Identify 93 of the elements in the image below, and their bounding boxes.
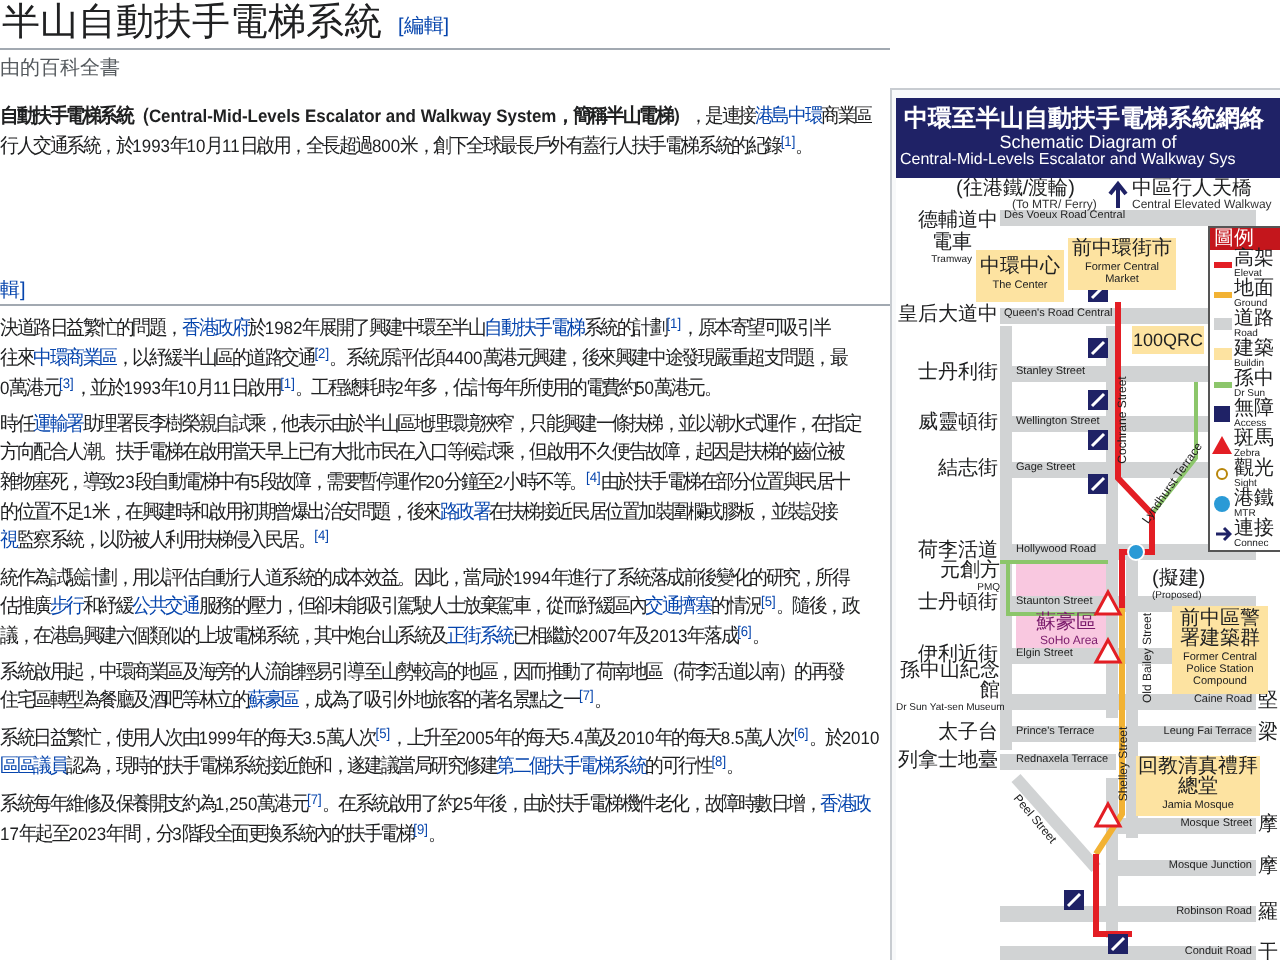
street-label: 摩 [1258, 815, 1278, 836]
paragraph: 統作為試驗計劃，用以評估自動行人道系統的成本效益。因此，當局於1994年進行了系統落成前後變化的研究，所得 估推廣步行和紓緩公共交通服務的壓力，但卻未能吸引駕駛人士放棄駕車，從而紓緩區內交通擠塞的情況$^{[5]}$。隨後，政 議，在港島興建六個類似的上坡電梯系統，其中炮台山系統及正街系統已相繼於2007年及2013年落成$^{[6]}$。 [0, 565, 862, 652]
citation-link[interactable]: [7] [307, 793, 322, 807]
citation-link[interactable]: [1] [280, 377, 295, 391]
street-label: 皇后大道中 [896, 305, 998, 326]
link[interactable]: 中環商業區 [33, 348, 116, 370]
citation-link[interactable]: [1] [780, 135, 796, 149]
legend-label: 觀光 [1234, 459, 1274, 480]
link[interactable]: 公共交通 [132, 596, 199, 618]
paragraph: 時任運輸署助理署長李樹榮親自試乘，他表示由於半山區地理環境狹窄，只能興建一條扶梯，並以潮水式運作，在指定 方向配合人潮。扶手電梯在啟用當天早上已有大批市民在入口等候試乘，但啟用不久便告故障，起因是扶梯的齒位被 雜物塞死，導致23段自動電梯中有5段故障，需要暫停運作20分鐘至2小時不等。$^{[4]}$由於扶手電梯在部分位置與民居十 的位置不足1米，在興建時和啟用初期曾爆出治安問題，後來路政署在扶梯接近民居位置加裝圍欄或膠板，並裝設接 視監察系統，以防被人利用扶梯侵入民居。$^{[4]}$ [0, 412, 864, 556]
street-label: 列拿士地臺 [896, 751, 998, 772]
street-label: 德輔道中 [916, 211, 998, 232]
link[interactable]: 蘇豪區 [248, 690, 298, 712]
zebra-crossing-icon [1093, 588, 1123, 616]
place-label: 孫中山紀念館 [898, 661, 1000, 702]
mtr-station-icon [1214, 496, 1230, 513]
paragraph: 自動扶手電梯系統（Central-Mid-Levels Escalator and Walkway System，簡稱半山電梯），是連接港島中環商業區 行人交通系統，於1993年10月11日啟用，全長超過800米，創下全球最長戶外有蓋行人扶手電梯系統的紀錄$^{[1]}$。 [0, 103, 874, 162]
link[interactable]: 香港政 [820, 794, 871, 816]
legend-label: 連接 [1234, 519, 1274, 540]
escalator-route-swatch [1213, 261, 1231, 268]
map-title: 中環至半山自動扶手電梯系統網絡 [904, 106, 1264, 131]
place-label: 電車 [930, 233, 972, 254]
legend-label: 無障 [1234, 399, 1274, 420]
legend-title: 圖例 [1210, 227, 1280, 250]
street-label: 士丹利街 [916, 363, 998, 384]
legend-label: 建築 [1234, 339, 1274, 360]
place-label: (擬建) [1152, 569, 1206, 590]
legend-label: 高架 [1234, 249, 1274, 270]
citation-link[interactable]: [4] [314, 529, 330, 543]
street-label: 摩 [1258, 857, 1278, 878]
place-label: 中環中心 [980, 258, 1060, 279]
link[interactable]: 第二個扶手電梯系統 [496, 756, 646, 778]
street-label: 結志街 [936, 459, 998, 480]
legend-label: 斑馬 [1234, 429, 1274, 450]
tagline: 由的百科全書 [0, 55, 122, 84]
link[interactable]: 中環 [788, 106, 822, 128]
citation-link[interactable]: [3] [59, 377, 74, 391]
citation-link[interactable]: [5] [375, 727, 391, 741]
road [1011, 773, 1101, 872]
ground-walkway-swatch [1213, 291, 1231, 298]
paragraph: 系統每年維修及保養開支約為1,250萬港元$^{[7]}$。在系統啟用了約25年後，由於扶手電梯機件老化，故障時數日增，香港政 17年起至2023年間，分3階段全面更換系統內的扶手電梯$^{[9]}$。 [0, 791, 873, 850]
citation-link[interactable]: [5] [761, 595, 776, 609]
paragraph: 決道路日益繁忙的問題，香港政府於1982年展開了興建中環至半山自動扶手電梯系統的計劃$^{[1]}$，原本寄望可吸引半 往來中環商業區，以紓緩半山區的道路交通$^{[2]}$。系統原評估須4400萬港元興建，後來興建中途發現嚴重超支問題，最 0萬港元$^{[3]}$，並於1993年10月11日啟用$^{[1]}$。工程總耗時2年多，估計每年所使用的電費約50萬港元。 [0, 315, 850, 404]
citation-link[interactable]: [2] [314, 347, 330, 361]
place-label: 回教清真禮拜總堂 [1136, 758, 1260, 799]
citation-link[interactable]: [4] [586, 471, 601, 485]
map-subtitle: Central-Mid-Levels Escalator and Walkway Sys [900, 152, 1236, 169]
citation-link[interactable]: [6] [793, 727, 809, 741]
edit-link[interactable]: 輯] [0, 282, 26, 302]
link[interactable]: 自動扶手電梯 [484, 318, 584, 340]
citation-link[interactable]: [8] [711, 755, 727, 769]
zebra-crossing-icon [1093, 800, 1123, 828]
link[interactable]: 港島 [754, 106, 789, 128]
street-label: 梁 [1258, 723, 1278, 744]
street-label: 士丹頓街 [916, 593, 998, 614]
link[interactable]: 視 [0, 530, 17, 552]
place-label: 蘇豪區 [1036, 613, 1096, 634]
sight-icon [1216, 468, 1228, 481]
paragraph: 系統日益繁忙，使用人次由1999年的每天3.5萬人次$^{[5]}$，上升至2005年的每天5.4萬及2010年的每天8.5萬人次$^{[6]}$。於2010 區區議員認為，現時的扶手電梯系統接近飽和，遂建議當局研究修建第二個扶手電梯系統的可行性$^{[8]}$。 [0, 725, 882, 782]
link[interactable]: 運輸署 [33, 414, 83, 436]
street-label: 威靈頓街 [916, 413, 998, 434]
link[interactable]: 交通擠塞 [645, 596, 712, 618]
citation-link[interactable]: [1] [666, 317, 682, 331]
legend-label: 地面 [1234, 279, 1274, 300]
arrow-icon [1213, 526, 1231, 543]
mtr-station-icon [1127, 542, 1145, 561]
link[interactable]: 區區議員 [0, 756, 67, 778]
legend-label: 港鐵 [1234, 489, 1274, 510]
map-label: 中區行人天橋 [1132, 179, 1252, 200]
street-label: 太子台 [936, 723, 998, 744]
edit-link[interactable]: [編輯] [398, 12, 450, 42]
legend-label: 道路 [1234, 309, 1274, 330]
place-label: 前中區警署建築群 [1178, 610, 1262, 651]
link[interactable]: 正街系統 [446, 626, 513, 648]
link[interactable]: 香港政府 [182, 318, 249, 340]
legend-label: 孫中 [1234, 369, 1274, 390]
citation-link[interactable]: [7] [579, 689, 594, 703]
building-swatch [1213, 348, 1231, 361]
place-label: 前中環街市 [1072, 240, 1172, 261]
heritage-trail-swatch [1213, 381, 1231, 388]
street-label: 干 [1258, 943, 1278, 960]
link[interactable]: 路政署 [439, 502, 490, 524]
link[interactable]: 步行 [49, 596, 83, 618]
citation-link[interactable]: [6] [737, 625, 752, 639]
road-swatch [1213, 318, 1231, 331]
citation-link[interactable]: [9] [413, 823, 428, 837]
page-title: 半山自動扶手電梯系統 [2, 0, 382, 46]
place-label: 100QRC [1132, 329, 1203, 350]
street-label: 荷李活道 [916, 541, 998, 562]
map-subtitle: Schematic Diagram of [999, 134, 1177, 153]
place-label: 元創方 [938, 561, 1000, 582]
warning-triangle-icon [1212, 435, 1232, 454]
street-label: 羅 [1258, 903, 1278, 924]
